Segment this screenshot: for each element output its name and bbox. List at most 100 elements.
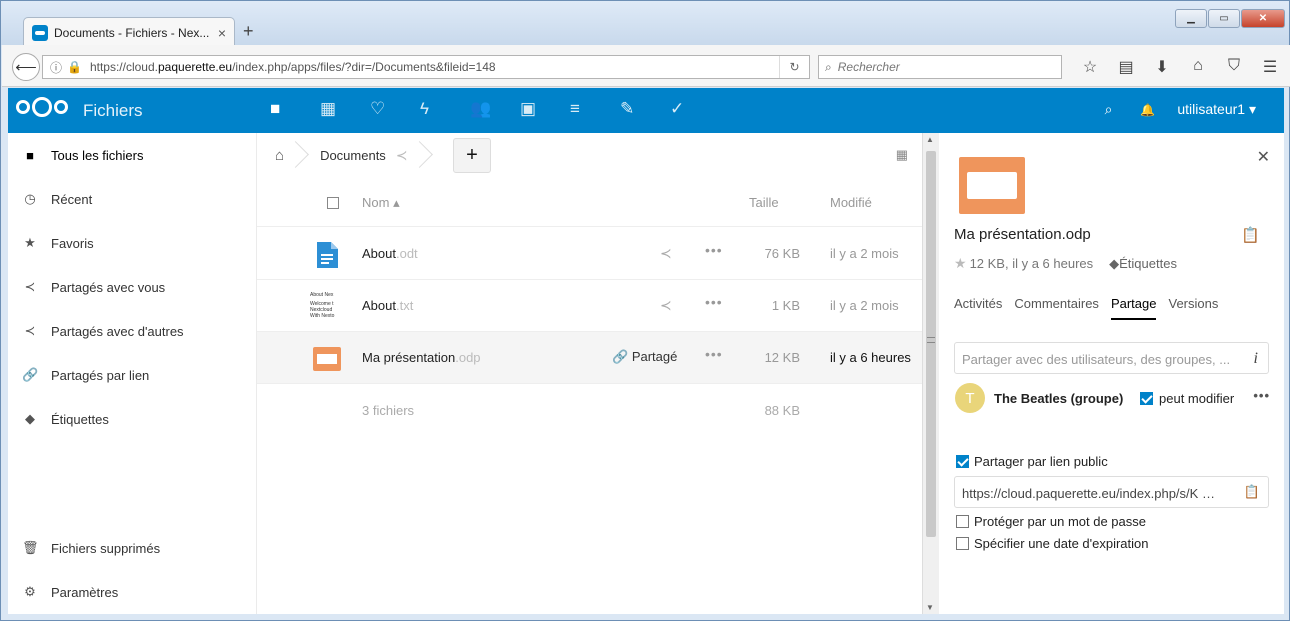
share-with-input[interactable]: Partager avec des utilisateurs, des grou… bbox=[954, 342, 1269, 374]
presentation-file-icon bbox=[313, 347, 341, 371]
file-count: 3 fichiers bbox=[362, 403, 415, 418]
app-menu: ■ ▦ ♡ ϟ 👥 ▣ ≡ ✎ ✓ bbox=[270, 99, 720, 119]
pocket-icon[interactable]: ⛉ bbox=[1216, 57, 1252, 77]
table-row[interactable]: About Nex Welcome t Nextcloud With Nexto… bbox=[257, 280, 922, 332]
can-edit-checkbox[interactable] bbox=[1140, 392, 1153, 405]
sidebar-item-shared-by-link[interactable]: 🔗 Partagés par lien bbox=[8, 353, 257, 397]
expiration-checkbox[interactable] bbox=[956, 537, 969, 550]
public-link-checkbox[interactable] bbox=[956, 455, 969, 468]
browser-search-input[interactable]: ⌕ Rechercher bbox=[818, 55, 1062, 79]
share-icon[interactable]: ≺ bbox=[660, 245, 672, 262]
notifications-icon[interactable]: 🔔 bbox=[1140, 103, 1155, 117]
details-sidebar: ✕ Ma présentation.odp 📋 ★ 12 KB, il y a … bbox=[939, 133, 1284, 614]
files-app-icon[interactable]: ■ bbox=[270, 99, 320, 119]
file-name[interactable]: Ma présentation.odp bbox=[362, 350, 481, 365]
more-options-icon[interactable]: ••• bbox=[1253, 388, 1270, 403]
minimize-button[interactable]: ▁ bbox=[1175, 9, 1207, 28]
download-icon[interactable]: ⬇ bbox=[1144, 57, 1180, 77]
star-icon: ★ bbox=[24, 235, 36, 250]
sidebar-item-deleted-files[interactable]: 🗑 Fichiers supprimés bbox=[8, 526, 257, 570]
sidebar-item-shared-with-others[interactable]: ≺ Partagés avec d'autres bbox=[8, 309, 257, 353]
public-link-field[interactable]: https://cloud.paquerette.eu/index.php/s/… bbox=[954, 476, 1269, 508]
calendar-app-icon[interactable]: ▦ bbox=[320, 99, 370, 119]
reading-list-icon[interactable]: ▤ bbox=[1108, 57, 1144, 77]
more-actions-icon[interactable]: ••• bbox=[705, 346, 723, 362]
sidebar-item-recent[interactable]: ◷ Récent bbox=[8, 177, 257, 221]
avatar: T bbox=[955, 383, 985, 413]
breadcrumb-documents[interactable]: Documents bbox=[320, 148, 386, 163]
close-window-button[interactable]: ✕ bbox=[1241, 9, 1285, 28]
sidebar-item-all-files[interactable]: ■ Tous les fichiers bbox=[8, 133, 257, 177]
file-name[interactable]: About.txt bbox=[362, 298, 413, 313]
grid-view-icon[interactable]: ▦ bbox=[896, 147, 908, 163]
reload-icon[interactable]: ↻ bbox=[779, 56, 809, 78]
details-meta: ★ 12 KB, il y a 6 heures ◆Étiquettes bbox=[954, 255, 1177, 272]
clipboard-icon[interactable]: 📋 bbox=[1241, 226, 1260, 244]
details-tabs: Activités Commentaires Partage Versions bbox=[954, 296, 1230, 320]
column-name[interactable]: Nom ▴ bbox=[362, 195, 400, 211]
activity-app-icon[interactable]: ϟ bbox=[420, 99, 470, 119]
select-all-checkbox[interactable] bbox=[327, 197, 339, 209]
home-icon[interactable]: ⌂ bbox=[1180, 57, 1216, 77]
tab-sharing[interactable]: Partage bbox=[1110, 296, 1157, 320]
file-name[interactable]: About.odt bbox=[362, 246, 418, 261]
can-edit-label: peut modifier bbox=[1159, 391, 1235, 406]
search-placeholder: Rechercher bbox=[837, 60, 900, 74]
column-modified[interactable]: Modifié bbox=[830, 195, 872, 210]
scrollbar[interactable]: ▲ ▼ bbox=[922, 133, 939, 614]
sidebar-item-favorites[interactable]: ★ Favoris bbox=[8, 221, 257, 265]
scroll-up-icon[interactable]: ▲ bbox=[926, 135, 934, 144]
tab-close-icon[interactable]: × bbox=[218, 25, 226, 41]
notes-app-icon[interactable]: ✎ bbox=[620, 99, 670, 119]
search-icon[interactable]: ⌕ bbox=[1105, 101, 1113, 118]
nextcloud-logo-icon[interactable] bbox=[16, 97, 70, 117]
text-app-icon[interactable]: ≡ bbox=[570, 99, 620, 119]
more-actions-icon[interactable]: ••• bbox=[705, 294, 723, 310]
close-icon[interactable]: ✕ bbox=[1257, 147, 1270, 167]
tasks-app-icon[interactable]: ✓ bbox=[670, 99, 720, 119]
share-icon[interactable]: ≺ bbox=[660, 297, 672, 314]
sidebar-item-shared-with-you[interactable]: ≺ Partagés avec vous bbox=[8, 265, 257, 309]
text-file-preview: About Nex Welcome t Nextcloud With Nexto bbox=[310, 292, 335, 319]
copy-link-icon[interactable]: 📋 bbox=[1244, 484, 1260, 500]
trash-icon: 🗑 bbox=[22, 540, 39, 555]
gallery-app-icon[interactable]: ▣ bbox=[520, 99, 570, 119]
bookmark-star-icon[interactable]: ☆ bbox=[1072, 57, 1108, 77]
browser-toolbar-icons: ☆ ▤ ⬇ ⌂ ⛉ ☰ bbox=[1072, 57, 1288, 77]
table-row[interactable]: About.odt ≺ ••• 76 KB il y a 2 mois bbox=[257, 228, 922, 280]
scroll-down-icon[interactable]: ▼ bbox=[926, 603, 934, 612]
info-icon[interactable]: ⓘ bbox=[49, 59, 63, 76]
sidebar-item-settings[interactable]: ⚙ Paramètres bbox=[8, 570, 257, 614]
file-list-area: ⌂ Documents ≺ + ▦ Nom ▴ Taille Modifié A… bbox=[257, 133, 922, 614]
maximize-button[interactable]: ▭ bbox=[1208, 9, 1240, 28]
address-bar[interactable]: ⓘ 🔒 https://cloud.paquerette.eu/index.ph… bbox=[42, 55, 810, 79]
presentation-preview bbox=[959, 157, 1025, 214]
table-row[interactable]: Ma présentation.odp 🔗 Partagé ••• 12 KB … bbox=[257, 332, 922, 384]
file-modified: il y a 2 mois bbox=[830, 298, 899, 313]
info-icon[interactable]: i bbox=[1254, 350, 1258, 368]
sidebar-item-tags[interactable]: ◆ Étiquettes bbox=[8, 397, 257, 441]
file-size: 1 KB bbox=[771, 298, 800, 313]
tab-comments[interactable]: Commentaires bbox=[1014, 296, 1099, 320]
back-button[interactable]: ⟵ bbox=[12, 53, 40, 81]
nextcloud-header: Fichiers ■ ▦ ♡ ϟ 👥 ▣ ≡ ✎ ✓ ⌕ 🔔 utilisate… bbox=[8, 88, 1284, 133]
column-size[interactable]: Taille bbox=[749, 195, 779, 210]
shared-link-button[interactable]: 🔗 Partagé bbox=[612, 349, 677, 365]
tab-activities[interactable]: Activités bbox=[954, 296, 1002, 320]
browser-tab[interactable]: Documents - Fichiers - Nex... × bbox=[23, 17, 235, 47]
new-tab-button[interactable]: + bbox=[243, 21, 254, 42]
expiration-label: Spécifier une date d'expiration bbox=[974, 536, 1149, 551]
table-header: Nom ▴ Taille Modifié bbox=[257, 177, 922, 227]
password-checkbox[interactable] bbox=[956, 515, 969, 528]
share-icon: ≺ bbox=[24, 323, 36, 338]
contacts-app-icon[interactable]: 👥 bbox=[470, 99, 520, 119]
more-actions-icon[interactable]: ••• bbox=[705, 242, 723, 258]
tab-versions[interactable]: Versions bbox=[1168, 296, 1218, 320]
favorite-star-icon[interactable]: ★ bbox=[954, 255, 967, 272]
heart-app-icon[interactable]: ♡ bbox=[370, 99, 420, 119]
menu-icon[interactable]: ☰ bbox=[1252, 57, 1288, 77]
scrollbar-thumb[interactable] bbox=[926, 151, 936, 537]
new-file-button[interactable]: + bbox=[453, 138, 491, 173]
tags-button[interactable]: ◆Étiquettes bbox=[1109, 256, 1177, 272]
user-menu[interactable]: utilisateur1 ▾ bbox=[1177, 101, 1256, 118]
